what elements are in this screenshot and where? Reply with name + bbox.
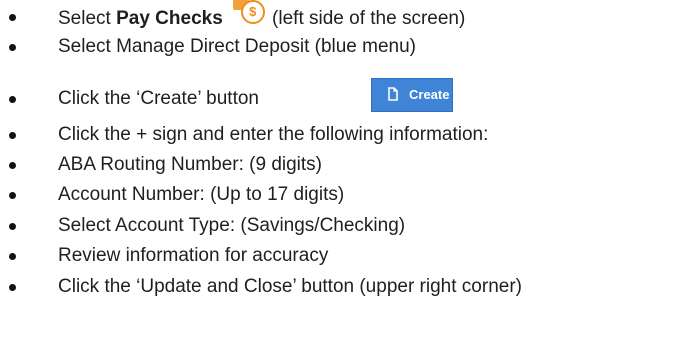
bullet (9, 192, 16, 199)
step-text-suffix: (left side of the screen) (266, 8, 466, 29)
bullet (9, 96, 16, 103)
step-text: Select Manage Direct Deposit (blue menu) (58, 36, 417, 57)
step-account-type: Select Account Type: (Savings/Checking) (0, 211, 694, 241)
bullet (9, 223, 16, 230)
step-text: Click the + sign and enter the following… (58, 124, 489, 145)
create-button[interactable]: Create (371, 78, 453, 112)
bullet (9, 132, 16, 139)
step-click-create: Click the ‘Create’ button Create (0, 78, 694, 114)
step-text: ABA Routing Number: (9 digits) (58, 154, 323, 175)
create-document-icon (388, 87, 398, 101)
pay-checks-label: Pay Checks (116, 8, 223, 29)
step-text: Click the ‘Update and Close’ button (upp… (58, 276, 522, 297)
bullet (9, 14, 16, 21)
step-manage-direct-deposit: Select Manage Direct Deposit (blue menu) (0, 32, 694, 62)
step-text: Click the ‘Create’ button (58, 88, 260, 109)
step-text: Select Account Type: (Savings/Checking) (58, 215, 406, 236)
step-click-plus: Click the + sign and enter the following… (0, 120, 694, 150)
bullet (9, 44, 16, 51)
step-text: Account Number: (Up to 17 digits) (58, 184, 345, 205)
step-update-and-close: Click the ‘Update and Close’ button (upp… (0, 272, 694, 302)
create-button-label: Create (409, 87, 450, 102)
bullet (9, 284, 16, 291)
step-review: Review information for accuracy (0, 241, 694, 271)
bullet (9, 162, 16, 169)
step-text: Review information for accuracy (58, 245, 329, 266)
pay-checks-icon: $ (229, 0, 265, 28)
bullet (9, 253, 16, 260)
step-select-pay-checks: Select Pay Checks $ (left side of the scr… (0, 0, 694, 32)
step-text-prefix: Select (58, 8, 117, 29)
step-aba-routing: ABA Routing Number: (9 digits) (0, 150, 694, 180)
step-account-number: Account Number: (Up to 17 digits) (0, 180, 694, 210)
